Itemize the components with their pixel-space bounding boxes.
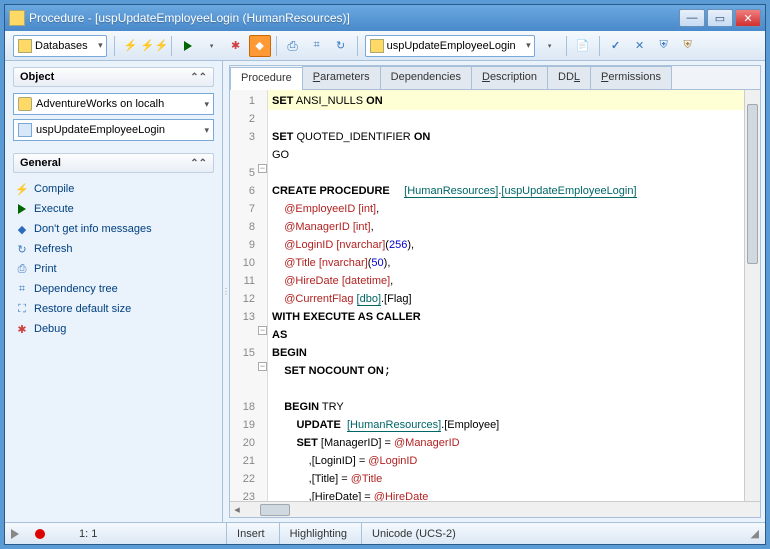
commit-icon[interactable]: ✓	[605, 35, 627, 57]
procedure-icon	[9, 10, 25, 26]
debug-icon[interactable]: ✱	[225, 35, 247, 57]
vertical-scrollbar[interactable]	[744, 90, 760, 501]
compile-icon[interactable]: ⚡	[120, 35, 142, 57]
close-button[interactable]: ✕	[735, 9, 761, 27]
minimize-button[interactable]: ―	[679, 9, 705, 27]
titlebar[interactable]: Procedure - [uspUpdateEmployeeLogin (Hum…	[5, 5, 765, 31]
databases-label: Databases	[35, 40, 88, 52]
run-dropdown-icon[interactable]: ▾	[201, 35, 223, 57]
tab-permissions[interactable]: Permissions	[590, 66, 672, 89]
left-panel: Object⌃⌃ AdventureWorks on localh uspUpd…	[5, 61, 223, 522]
tab-parameters[interactable]: Parameters	[302, 66, 381, 89]
maximize-button[interactable]: ▭	[707, 9, 733, 27]
line-gutter[interactable]: − − − 123 5678910111213 15 181920212223	[230, 90, 268, 501]
statusbar: 1: 1 Insert Highlighting Unicode (UCS-2)…	[5, 522, 765, 544]
refresh-link[interactable]: ↻Refresh	[13, 239, 214, 259]
restore-size-link[interactable]: ⛶Restore default size	[13, 299, 214, 319]
horizontal-scrollbar[interactable]: ◂	[230, 501, 760, 517]
compile-all-icon[interactable]: ⚡⚡	[144, 35, 166, 57]
bookmark2-icon[interactable]: ⛨	[677, 35, 699, 57]
dependency-icon[interactable]: ⌗	[306, 35, 328, 57]
run-icon[interactable]	[177, 35, 199, 57]
resize-grip-icon[interactable]: ◢	[751, 527, 759, 540]
section-object-header[interactable]: Object⌃⌃	[13, 67, 214, 87]
procedure-dropdown[interactable]: uspUpdateEmployeeLogin	[365, 35, 535, 57]
cancel-icon[interactable]: ✕	[629, 35, 651, 57]
dependency-tree-link[interactable]: ⌗Dependency tree	[13, 279, 214, 299]
fold-icon[interactable]: −	[258, 362, 267, 371]
dont-get-info-link[interactable]: ◆Don't get info messages	[13, 219, 214, 239]
toolbar: Databases ⚡ ⚡⚡ ▾ ✱ ◆ ⎙ ⌗ ↻ uspUpdateEmpl…	[5, 31, 765, 61]
app-window: Procedure - [uspUpdateEmployeeLogin (Hum…	[4, 4, 766, 545]
info-toggle-icon[interactable]: ◆	[249, 35, 271, 57]
encoding-mode[interactable]: Unicode (UCS-2)	[361, 523, 466, 544]
print-link[interactable]: ⎙Print	[13, 259, 214, 279]
editor-tabs: Procedure Parameters Dependencies Descri…	[230, 66, 760, 90]
procedure-dd-label: uspUpdateEmployeeLogin	[387, 40, 516, 52]
database-selector[interactable]: AdventureWorks on localh	[13, 93, 214, 115]
print-icon[interactable]: ⎙	[282, 35, 304, 57]
prev-dd-icon[interactable]: ▾	[539, 35, 561, 57]
tab-ddl[interactable]: DDL	[547, 66, 591, 89]
tab-procedure[interactable]: Procedure	[230, 67, 303, 90]
procedure-selector[interactable]: uspUpdateEmployeeLogin	[13, 119, 214, 141]
collapse-icon[interactable]: ⌃⌃	[190, 72, 207, 83]
databases-dropdown[interactable]: Databases	[13, 35, 107, 57]
insert-mode[interactable]: Insert	[226, 523, 275, 544]
tab-description[interactable]: Description	[471, 66, 548, 89]
tab-dependencies[interactable]: Dependencies	[380, 66, 472, 89]
section-general-header[interactable]: General⌃⌃	[13, 153, 214, 173]
execute-link[interactable]: Execute	[13, 199, 214, 219]
bookmark1-icon[interactable]: ⛨	[653, 35, 675, 57]
scroll-icon[interactable]: 📄	[572, 35, 594, 57]
play-status-icon[interactable]	[11, 529, 19, 539]
fold-icon[interactable]: −	[258, 326, 267, 335]
compile-link[interactable]: ⚡Compile	[13, 179, 214, 199]
window-title: Procedure - [uspUpdateEmployeeLogin (Hum…	[29, 11, 679, 25]
record-icon[interactable]	[35, 529, 45, 539]
code-editor[interactable]: SET ANSI_NULLS ON SET QUOTED_IDENTIFIER …	[268, 90, 744, 501]
fold-icon[interactable]: −	[258, 164, 267, 173]
cursor-position: 1: 1	[69, 523, 107, 544]
collapse-icon[interactable]: ⌃⌃	[190, 158, 207, 169]
editor-pane: Procedure Parameters Dependencies Descri…	[229, 65, 761, 518]
highlighting-mode[interactable]: Highlighting	[279, 523, 357, 544]
debug-link[interactable]: ✱Debug	[13, 319, 214, 339]
refresh-icon[interactable]: ↻	[330, 35, 352, 57]
